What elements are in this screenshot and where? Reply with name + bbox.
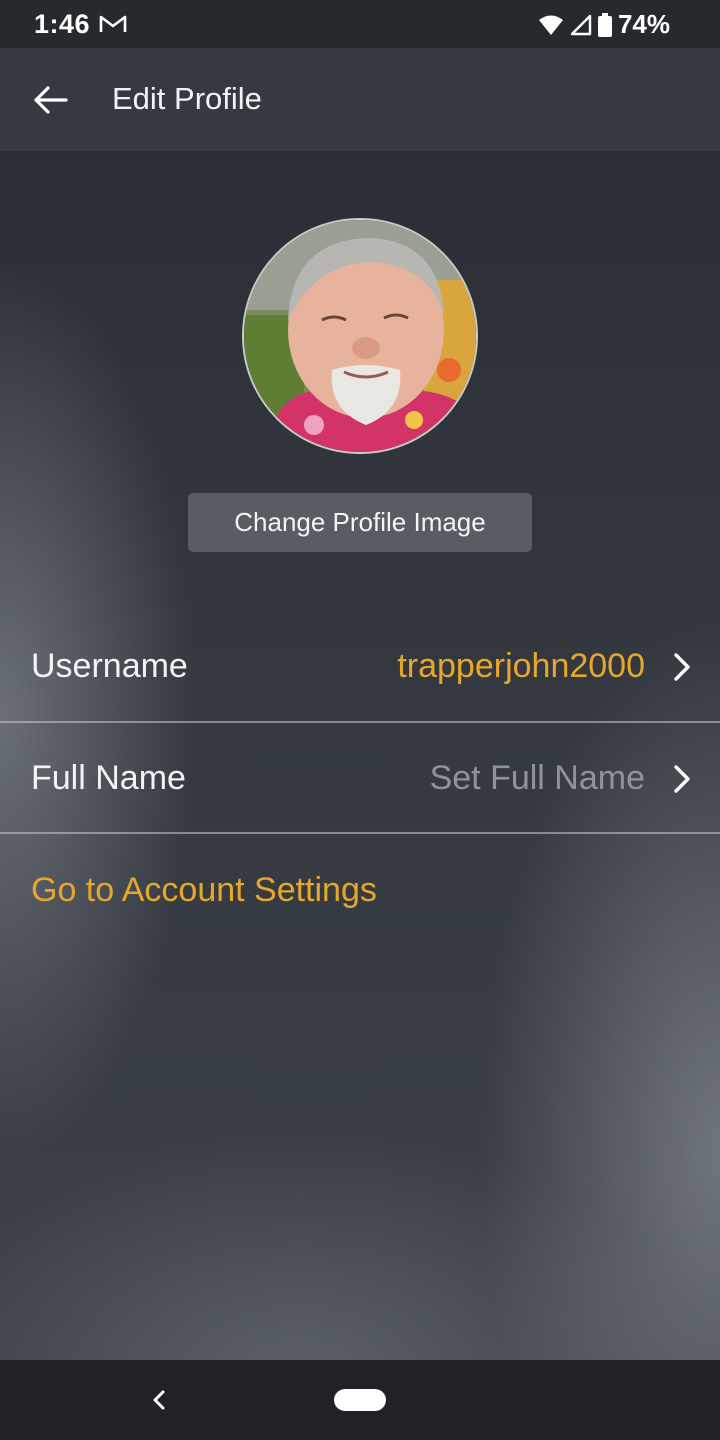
battery-icon (597, 12, 612, 37)
status-icons: 74% (538, 9, 670, 40)
username-label: Username (31, 647, 188, 685)
username-row[interactable]: Username trapperjohn2000 (0, 611, 720, 721)
battery-percent: 74% (617, 9, 670, 39)
cellular-signal-icon (570, 14, 592, 35)
avatar[interactable] (242, 218, 478, 454)
back-button[interactable] (26, 76, 74, 124)
arrow-back-icon (34, 86, 68, 114)
gmail-icon (99, 15, 127, 32)
full-name-placeholder: Set Full Name (429, 759, 645, 797)
nav-home-pill[interactable] (334, 1389, 386, 1411)
profile-content: Change Profile Image Username trapperjoh… (0, 151, 720, 1360)
app-bar: Edit Profile (0, 48, 720, 151)
wifi-icon (538, 15, 563, 35)
chevron-right-icon (674, 765, 690, 793)
nav-back-icon[interactable] (148, 1386, 170, 1414)
chevron-right-icon (674, 653, 690, 681)
account-settings-link[interactable]: Go to Account Settings (31, 871, 377, 910)
username-value: trapperjohn2000 (397, 647, 645, 685)
divider (0, 832, 720, 834)
profile-photo (244, 220, 476, 452)
status-time: 1:46 (34, 9, 91, 39)
status-bar: 1:46 74% (0, 0, 720, 48)
system-nav-bar (0, 1360, 720, 1440)
full-name-label: Full Name (31, 759, 186, 797)
full-name-row[interactable]: Full Name Set Full Name (0, 723, 720, 833)
change-profile-image-button[interactable]: Change Profile Image (188, 493, 532, 552)
page-title: Edit Profile (112, 81, 262, 116)
